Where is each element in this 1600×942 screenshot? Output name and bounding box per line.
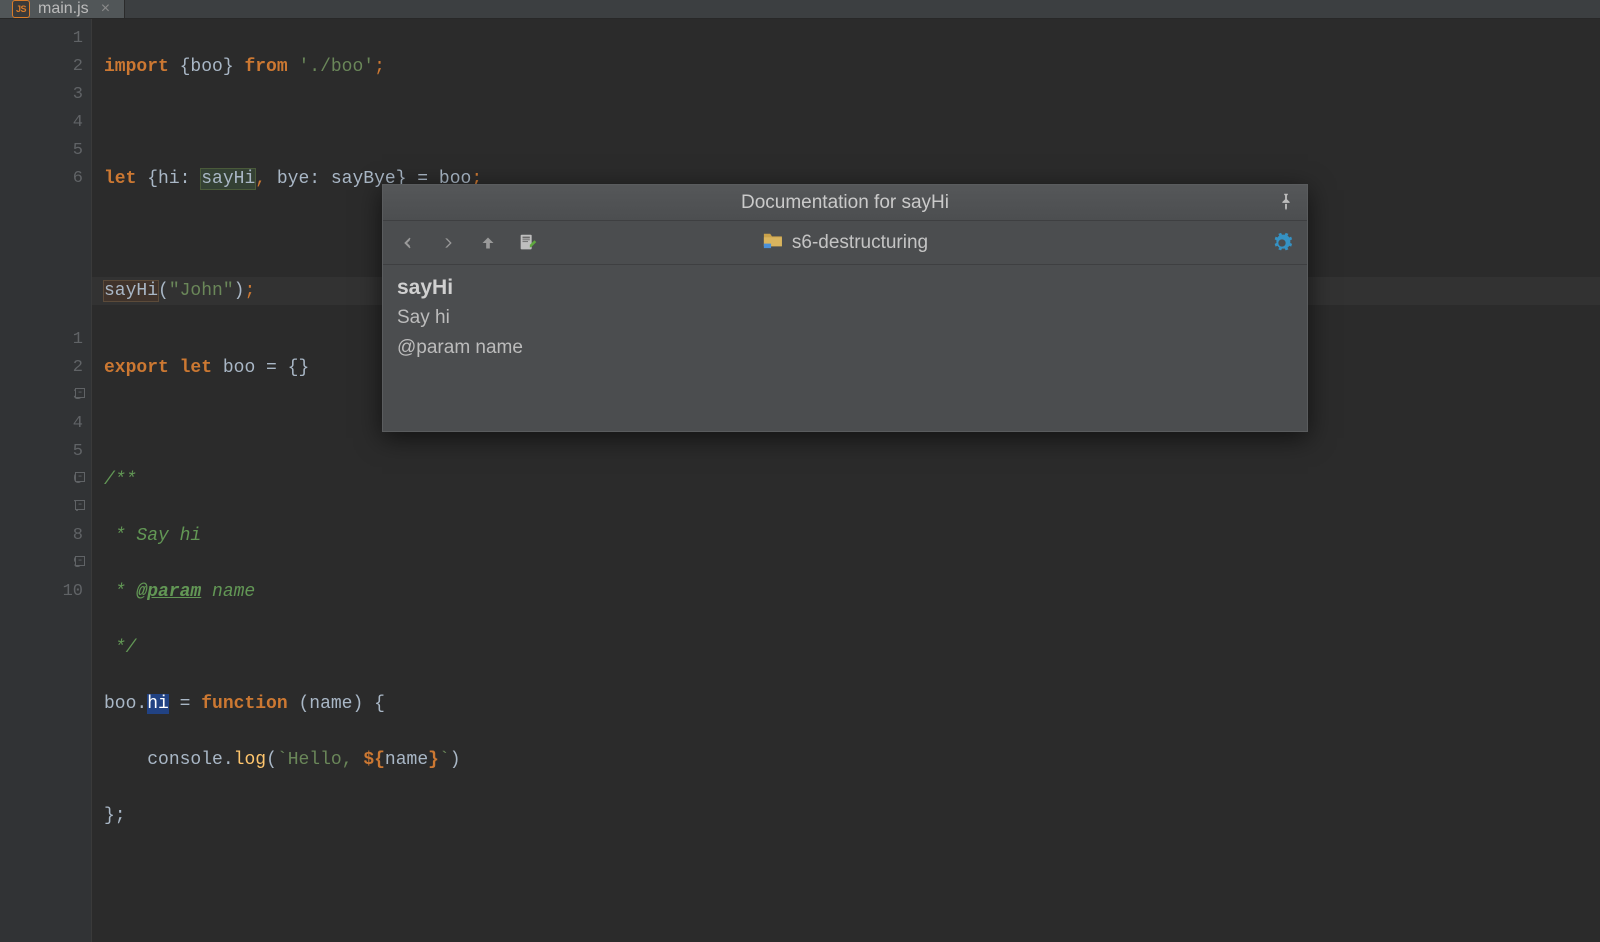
gear-icon[interactable] xyxy=(1269,230,1295,256)
doc-popup-title: Documentation for sayHi xyxy=(383,192,1307,214)
line-number: 8 xyxy=(0,522,83,550)
doc-location[interactable]: s6-destructuring xyxy=(762,231,928,255)
doc-param-line: @param name xyxy=(397,333,1293,363)
line-number: 2 xyxy=(0,354,83,382)
back-arrow-icon[interactable] xyxy=(395,230,421,256)
line-number: 1 xyxy=(0,25,83,53)
line-number: 9- xyxy=(0,550,83,578)
up-arrow-icon[interactable] xyxy=(475,230,501,256)
line-number: 3- xyxy=(0,382,83,410)
line-number: 3 xyxy=(0,81,83,109)
close-tab-icon[interactable]: × xyxy=(97,0,114,18)
line-number: 2 xyxy=(0,53,83,81)
documentation-popup: Documentation for sayHi s6-destructuring xyxy=(382,184,1308,432)
line-number: 5 xyxy=(0,438,83,466)
forward-arrow-icon[interactable] xyxy=(435,230,461,256)
file-tab-main[interactable]: JS main.js × xyxy=(0,0,125,18)
line-number: 7- xyxy=(0,494,83,522)
doc-description: Say hi xyxy=(397,303,1293,333)
tab-bar-top: JS main.js × xyxy=(0,0,1600,19)
doc-symbol-name: sayHi xyxy=(397,273,1293,303)
fold-gutter-icon[interactable]: - xyxy=(75,388,85,398)
line-number: 4 xyxy=(0,109,83,137)
folder-icon xyxy=(762,231,784,255)
line-number: 6 xyxy=(0,165,83,193)
pin-icon[interactable] xyxy=(1275,191,1297,213)
line-number: 10 xyxy=(0,578,83,606)
fold-gutter-icon[interactable]: - xyxy=(75,556,85,566)
line-number: 6- xyxy=(0,466,83,494)
line-number: 4 xyxy=(0,410,83,438)
fold-gutter-icon[interactable]: - xyxy=(75,472,85,482)
fold-gutter-icon[interactable]: - xyxy=(75,500,85,510)
doc-location-name: s6-destructuring xyxy=(792,232,928,254)
tab-filename: main.js xyxy=(38,0,89,18)
gutter-boo: 1 2 3- 4 5 6- 7- 8 9- 10 xyxy=(0,320,92,942)
doc-body: sayHi Say hi @param name xyxy=(383,265,1307,431)
doc-popup-header[interactable]: Documentation for sayHi xyxy=(383,185,1307,221)
line-number: 1 xyxy=(0,326,83,354)
doc-toolbar: s6-destructuring xyxy=(383,221,1307,265)
edit-source-icon[interactable] xyxy=(515,230,541,256)
line-number: 5 xyxy=(0,137,83,165)
js-file-icon: JS xyxy=(12,0,30,18)
